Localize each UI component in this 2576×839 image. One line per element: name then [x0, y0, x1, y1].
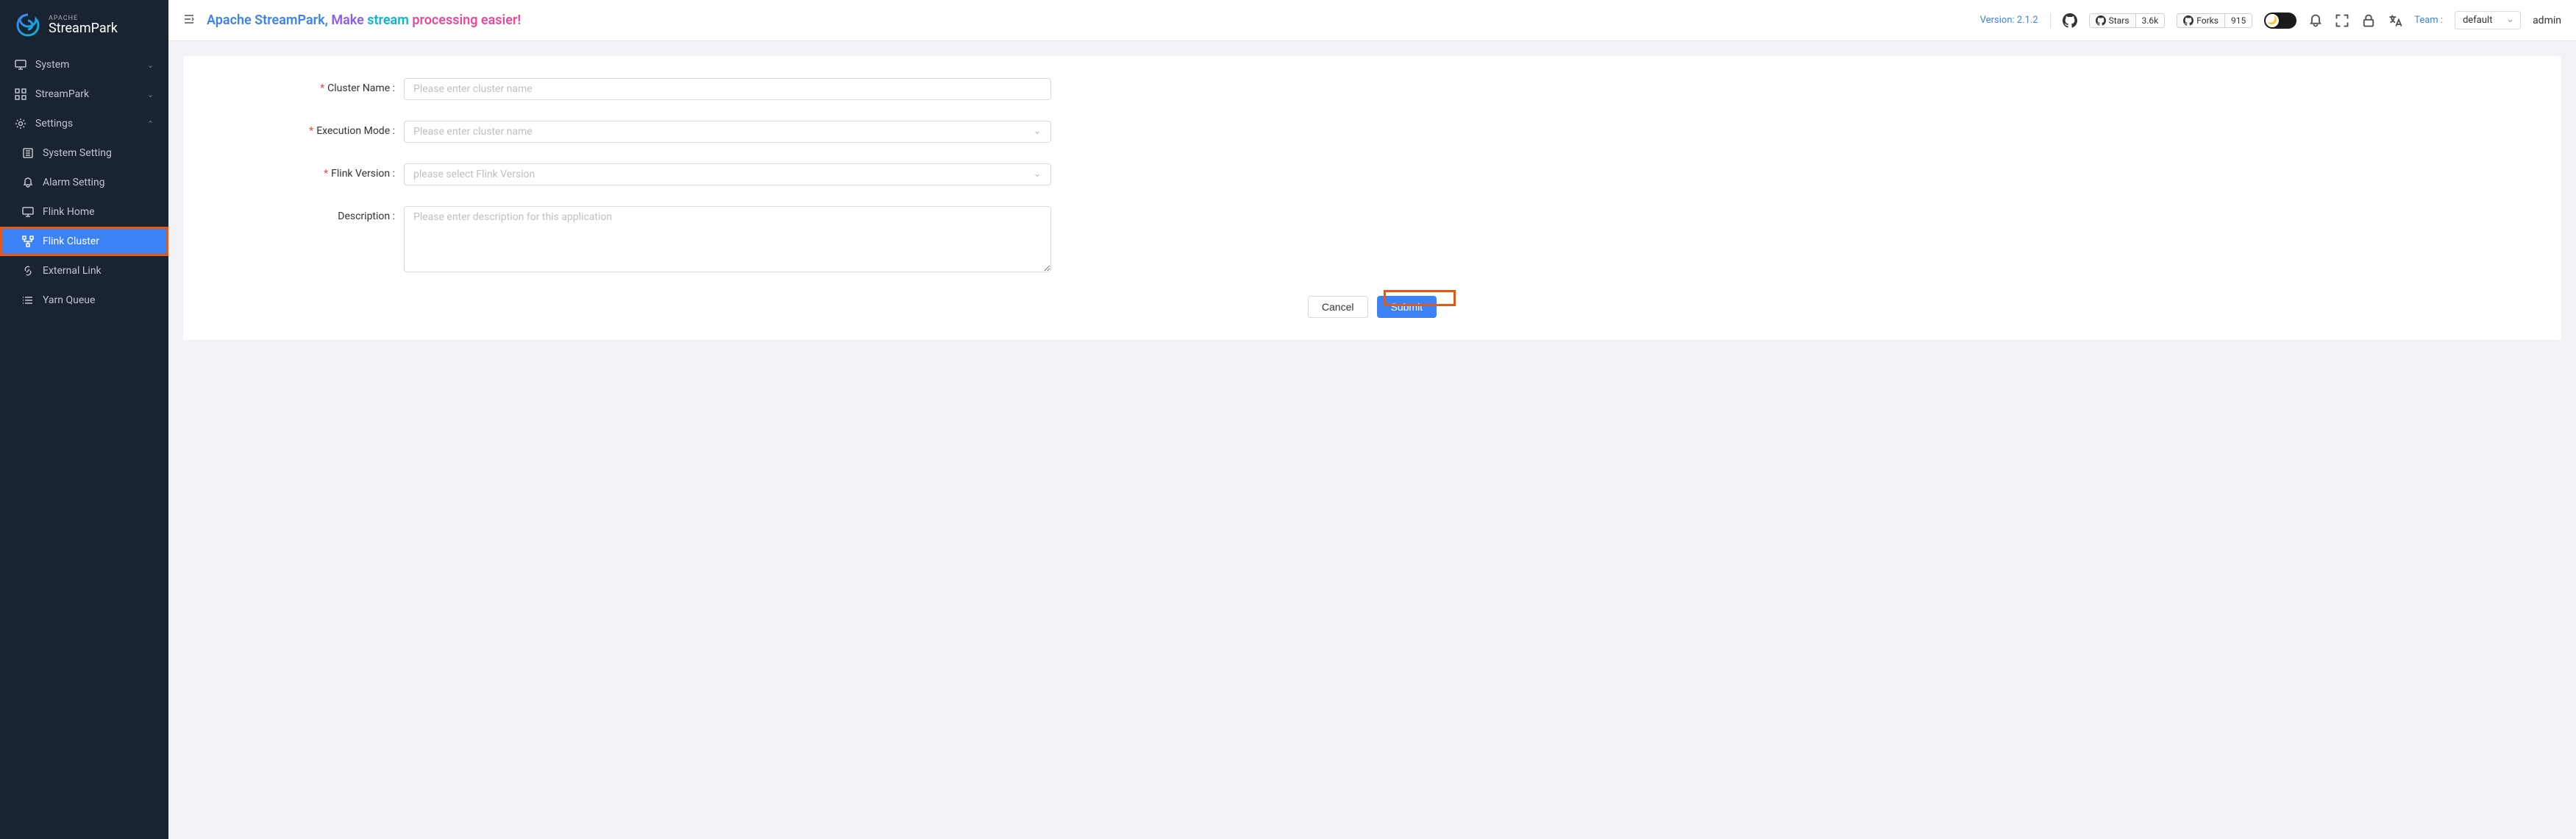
nav-list: System ⌄ StreamPark ⌄ Settings	[0, 50, 168, 315]
desktop-icon	[22, 206, 34, 218]
sidebar-item-flink-home[interactable]: Flink Home	[0, 197, 168, 227]
logo-text-main: StreamPark	[49, 22, 118, 35]
submit-button[interactable]: Submit	[1377, 296, 1437, 318]
select-placeholder: Please enter cluster name	[413, 126, 533, 138]
tagline-part2: Make	[331, 13, 363, 28]
sidebar-item-external-link[interactable]: External Link	[0, 256, 168, 286]
header: Apache StreamPark, Make stream processin…	[168, 0, 2576, 41]
list-icon	[22, 294, 34, 306]
form-actions: Cancel Submit	[213, 296, 2532, 318]
cluster-name-input[interactable]	[404, 78, 1051, 100]
sidebar-item-system-setting[interactable]: System Setting	[0, 138, 168, 168]
content: *Cluster Name : *Execution Mode : Please…	[168, 41, 2576, 839]
form-row-cluster-name: *Cluster Name :	[213, 78, 2532, 100]
label-text: Flink Version :	[331, 168, 395, 180]
form-card: *Cluster Name : *Execution Mode : Please…	[183, 56, 2561, 340]
forks-count: 915	[2225, 14, 2252, 27]
execution-mode-select[interactable]: Please enter cluster name	[404, 121, 1051, 143]
sidebar-item-yarn-queue[interactable]: Yarn Queue	[0, 286, 168, 315]
github-forks-badge[interactable]: Forks 915	[2177, 13, 2252, 28]
language-button[interactable]	[2388, 13, 2402, 28]
sidebar-item-label: Yarn Queue	[43, 294, 95, 306]
flink-version-select[interactable]: please select Flink Version	[404, 163, 1051, 185]
theme-toggle[interactable]: 🌙	[2264, 13, 2296, 29]
github-icon[interactable]	[2063, 13, 2077, 28]
github-stars-badge[interactable]: Stars 3.6k	[2089, 13, 2166, 28]
cancel-button[interactable]: Cancel	[1308, 296, 1368, 318]
sidebar-item-system[interactable]: System ⌄	[0, 50, 168, 79]
sidebar-item-label: External Link	[43, 265, 102, 277]
stars-label: Stars	[2109, 15, 2130, 26]
sidebar-item-label: Flink Home	[43, 206, 95, 218]
form-row-description: Description :	[213, 206, 2532, 275]
main-area: Apache StreamPark, Make stream processin…	[168, 0, 2576, 839]
logo-icon	[15, 12, 41, 38]
chevron-down-icon: ⌄	[147, 60, 154, 70]
select-placeholder: please select Flink Version	[413, 169, 535, 180]
logo[interactable]: APACHE StreamPark	[0, 0, 168, 50]
version-link[interactable]: Version: 2.1.2	[1980, 15, 2038, 26]
moon-icon: 🌙	[2266, 14, 2279, 27]
sidebar-item-label: Flink Cluster	[43, 236, 99, 247]
team-label: Team :	[2414, 15, 2443, 26]
sidebar-item-alarm-setting[interactable]: Alarm Setting	[0, 168, 168, 197]
label-text: Cluster Name :	[327, 82, 395, 94]
label-text: Description :	[338, 210, 395, 222]
team-select-value: default	[2463, 15, 2492, 26]
desktop-icon	[15, 59, 26, 71]
sidebar-item-label: Alarm Setting	[43, 177, 105, 188]
required-star: *	[320, 82, 324, 94]
lock-button[interactable]	[2361, 13, 2376, 28]
form-label: Description :	[213, 206, 404, 222]
user-menu[interactable]: admin	[2533, 15, 2561, 26]
chevron-down-icon: ⌄	[147, 90, 154, 99]
forks-label: Forks	[2196, 15, 2219, 26]
chevron-up-icon: ⌃	[147, 119, 154, 129]
grid-icon	[15, 88, 26, 100]
sliders-icon	[22, 147, 34, 159]
sidebar-item-settings[interactable]: Settings ⌃	[0, 109, 168, 138]
form-label: *Execution Mode :	[213, 121, 404, 137]
form-label: *Cluster Name :	[213, 78, 404, 94]
divider	[2050, 13, 2051, 28]
sidebar-item-label: System Setting	[43, 147, 112, 159]
fullscreen-button[interactable]	[2335, 13, 2349, 28]
bell-icon	[22, 177, 34, 188]
sidebar-item-flink-cluster[interactable]: Flink Cluster	[0, 227, 168, 256]
stars-count: 3.6k	[2136, 14, 2165, 27]
tagline: Apache StreamPark, Make stream processin…	[207, 13, 521, 28]
logo-text: APACHE StreamPark	[49, 15, 118, 35]
tagline-part4: processing easier!	[412, 13, 521, 28]
sidebar-item-label: Settings	[35, 118, 73, 130]
cluster-icon	[22, 236, 34, 247]
sidebar-item-label: System	[35, 59, 69, 71]
form-label: *Flink Version :	[213, 163, 404, 180]
gear-icon	[15, 118, 26, 130]
form-row-execution-mode: *Execution Mode : Please enter cluster n…	[213, 121, 2532, 143]
label-text: Execution Mode :	[316, 125, 395, 137]
notifications-button[interactable]	[2308, 13, 2323, 28]
sidebar-item-label: StreamPark	[35, 88, 89, 100]
tagline-part1: Apache StreamPark,	[207, 13, 328, 28]
team-select[interactable]: default	[2455, 11, 2521, 29]
tagline-part3: stream	[367, 13, 409, 28]
sidebar-collapse-button[interactable]	[183, 13, 195, 28]
link-icon	[22, 265, 34, 277]
sidebar-item-streampark[interactable]: StreamPark ⌄	[0, 79, 168, 109]
sidebar: APACHE StreamPark System ⌄ St	[0, 0, 168, 839]
form-row-flink-version: *Flink Version : please select Flink Ver…	[213, 163, 2532, 185]
required-star: *	[309, 125, 313, 137]
required-star: *	[324, 168, 328, 180]
description-textarea[interactable]	[404, 206, 1051, 272]
